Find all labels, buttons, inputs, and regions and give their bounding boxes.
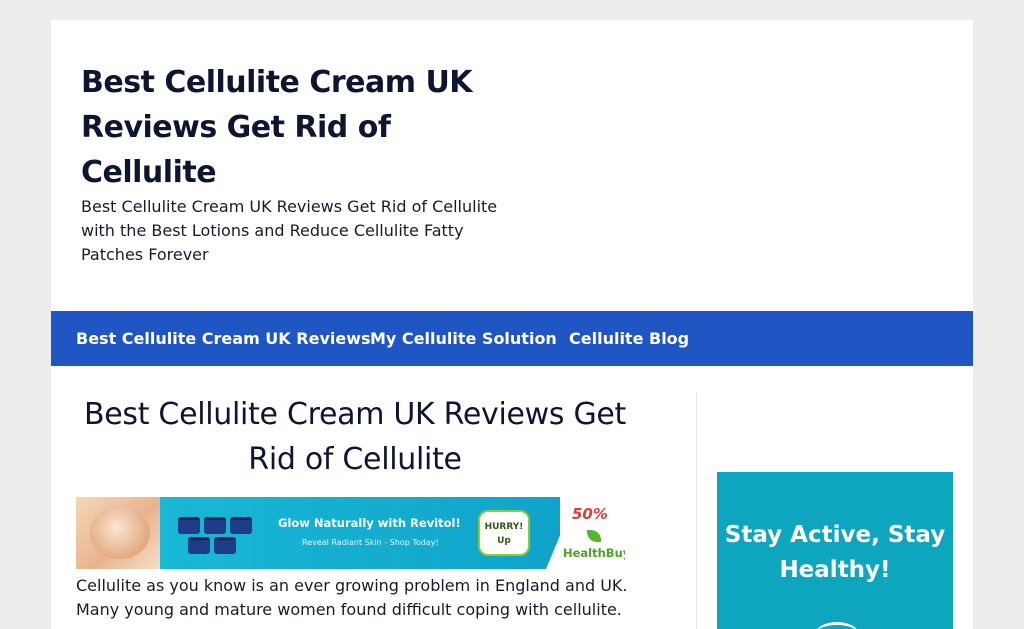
nav-item-cellulite-blog[interactable]: Cellulite Blog <box>569 311 689 366</box>
site-description: Best Cellulite Cream UK Reviews Get Rid … <box>81 197 498 264</box>
product-jar <box>230 517 252 534</box>
product-jar <box>204 517 226 534</box>
product-jars-image <box>174 515 264 559</box>
product-jar <box>178 517 200 534</box>
product-jar <box>188 537 210 554</box>
nav-item-cellulite-cream-reviews[interactable]: Best Cellulite Cream UK Reviews <box>76 311 371 366</box>
banner-main-panel: Glow Naturally with Revitol! Reveal Radi… <box>160 497 580 569</box>
revitol-banner-ad[interactable]: Glow Naturally with Revitol! Reveal Radi… <box>76 497 625 569</box>
primary-navigation: Best Cellulite Cream UK Reviews My Cellu… <box>51 311 973 366</box>
page-container: Best Cellulite Cream UK Reviews Get Rid … <box>51 20 973 629</box>
hurry-up-badge: HURRY! Up <box>478 510 530 556</box>
site-title[interactable]: Best Cellulite Cream UK Reviews Get Rid … <box>81 60 501 195</box>
sidebar-ad-banner[interactable]: Stay Active, Stay Healthy! <box>717 472 953 629</box>
post-excerpt: Cellulite as you know is an ever growing… <box>76 576 628 619</box>
discount-badge: 50% <box>572 505 608 523</box>
ad-graphic-arc <box>815 622 859 629</box>
post-title: Best Cellulite Cream UK Reviews Get Rid … <box>83 397 627 477</box>
banner-subline: Reveal Radiant Skin - Shop Today! <box>302 538 439 547</box>
banner-face-image <box>90 507 150 559</box>
healthbuy-logo: HealthBuy <box>563 546 625 560</box>
banner-headline: Glow Naturally with Revitol! <box>278 516 461 530</box>
sidebar-ad-text: Stay Active, Stay Healthy! <box>724 522 946 583</box>
nav-item-my-cellulite-solution[interactable]: My Cellulite Solution <box>370 311 557 366</box>
content-sidebar-divider <box>696 392 697 629</box>
product-jar <box>214 537 236 554</box>
banner-skincare-image <box>76 497 166 569</box>
